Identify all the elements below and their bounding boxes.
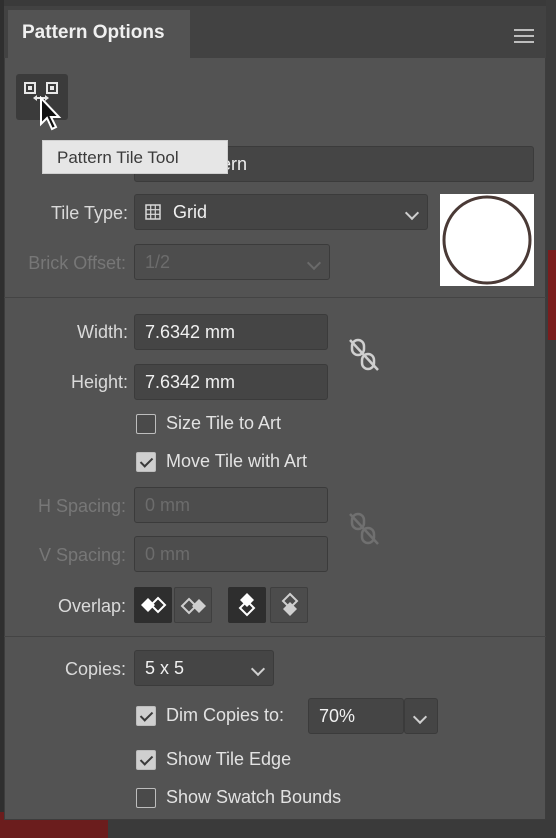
show-tile-edge-label: Show Tile Edge bbox=[166, 749, 292, 769]
chevron-down-icon bbox=[250, 661, 266, 677]
section-divider bbox=[4, 297, 546, 298]
preview-circle bbox=[442, 195, 532, 285]
height-label: Height: bbox=[70, 372, 128, 392]
chevron-down-icon bbox=[412, 709, 428, 725]
dim-copies-dropdown[interactable] bbox=[404, 698, 438, 734]
move-tile-with-art-label: Move Tile with Art bbox=[166, 451, 308, 471]
grid-icon bbox=[145, 204, 161, 220]
mouse-cursor-icon bbox=[40, 96, 62, 131]
size-tile-to-art-checkbox[interactable] bbox=[136, 414, 156, 434]
panel-menu-icon[interactable] bbox=[514, 29, 534, 45]
v-spacing-label: V Spacing: bbox=[38, 545, 126, 565]
brick-offset-value: 1/2 bbox=[145, 252, 171, 272]
overlap-top-front-icon bbox=[238, 593, 256, 617]
h-spacing-label: H Spacing: bbox=[37, 496, 126, 516]
move-tile-with-art-checkbox[interactable] bbox=[136, 452, 156, 472]
overlap-top-in-front-button[interactable] bbox=[228, 587, 266, 623]
width-field[interactable]: 7.6342 mm bbox=[134, 314, 328, 350]
dim-copies-label: Dim Copies to: bbox=[166, 705, 285, 725]
overlap-right-in-front-button[interactable] bbox=[174, 587, 212, 623]
tile-type-label: Tile Type: bbox=[50, 203, 128, 223]
h-spacing-field[interactable]: 0 mm bbox=[134, 487, 328, 523]
brick-offset-select[interactable]: 1/2 bbox=[134, 244, 330, 280]
link-spacing-icon[interactable] bbox=[346, 510, 382, 548]
tile-type-value: Grid bbox=[173, 202, 208, 222]
artboard-edge bbox=[548, 250, 556, 340]
chevron-down-icon bbox=[404, 205, 420, 221]
brick-offset-label: Brick Offset: bbox=[28, 253, 126, 273]
dim-copies-checkbox[interactable] bbox=[136, 706, 156, 726]
size-tile-to-art-label: Size Tile to Art bbox=[166, 413, 282, 433]
dim-copies-field[interactable]: 70% bbox=[308, 698, 404, 734]
overlap-bottom-in-front-button[interactable] bbox=[270, 587, 308, 623]
overlap-right-front-icon bbox=[180, 597, 206, 615]
copies-select[interactable]: 5 x 5 bbox=[134, 650, 274, 686]
overlap-bottom-front-icon bbox=[281, 592, 299, 616]
chevron-down-icon bbox=[306, 255, 322, 271]
show-swatch-bounds-checkbox[interactable] bbox=[136, 788, 156, 808]
tile-preview bbox=[440, 194, 534, 286]
show-tile-edge-checkbox[interactable] bbox=[136, 750, 156, 770]
link-proportions-icon[interactable] bbox=[346, 336, 382, 374]
app-background-right bbox=[546, 0, 556, 838]
height-field[interactable]: 7.6342 mm bbox=[134, 364, 328, 400]
overlap-left-front-icon bbox=[141, 596, 167, 614]
tile-type-select[interactable]: Grid bbox=[134, 194, 428, 230]
panel-title: Pattern Options bbox=[22, 22, 165, 43]
width-label: Width: bbox=[76, 322, 128, 342]
tooltip: Pattern Tile Tool bbox=[42, 140, 228, 174]
show-swatch-bounds-label: Show Swatch Bounds bbox=[166, 787, 342, 807]
copies-value: 5 x 5 bbox=[145, 658, 185, 678]
overlap-left-in-front-button[interactable] bbox=[134, 587, 172, 623]
section-divider bbox=[4, 636, 546, 637]
v-spacing-field[interactable]: 0 mm bbox=[134, 536, 328, 572]
copies-label: Copies: bbox=[64, 659, 126, 679]
overlap-label: Overlap: bbox=[57, 596, 126, 616]
